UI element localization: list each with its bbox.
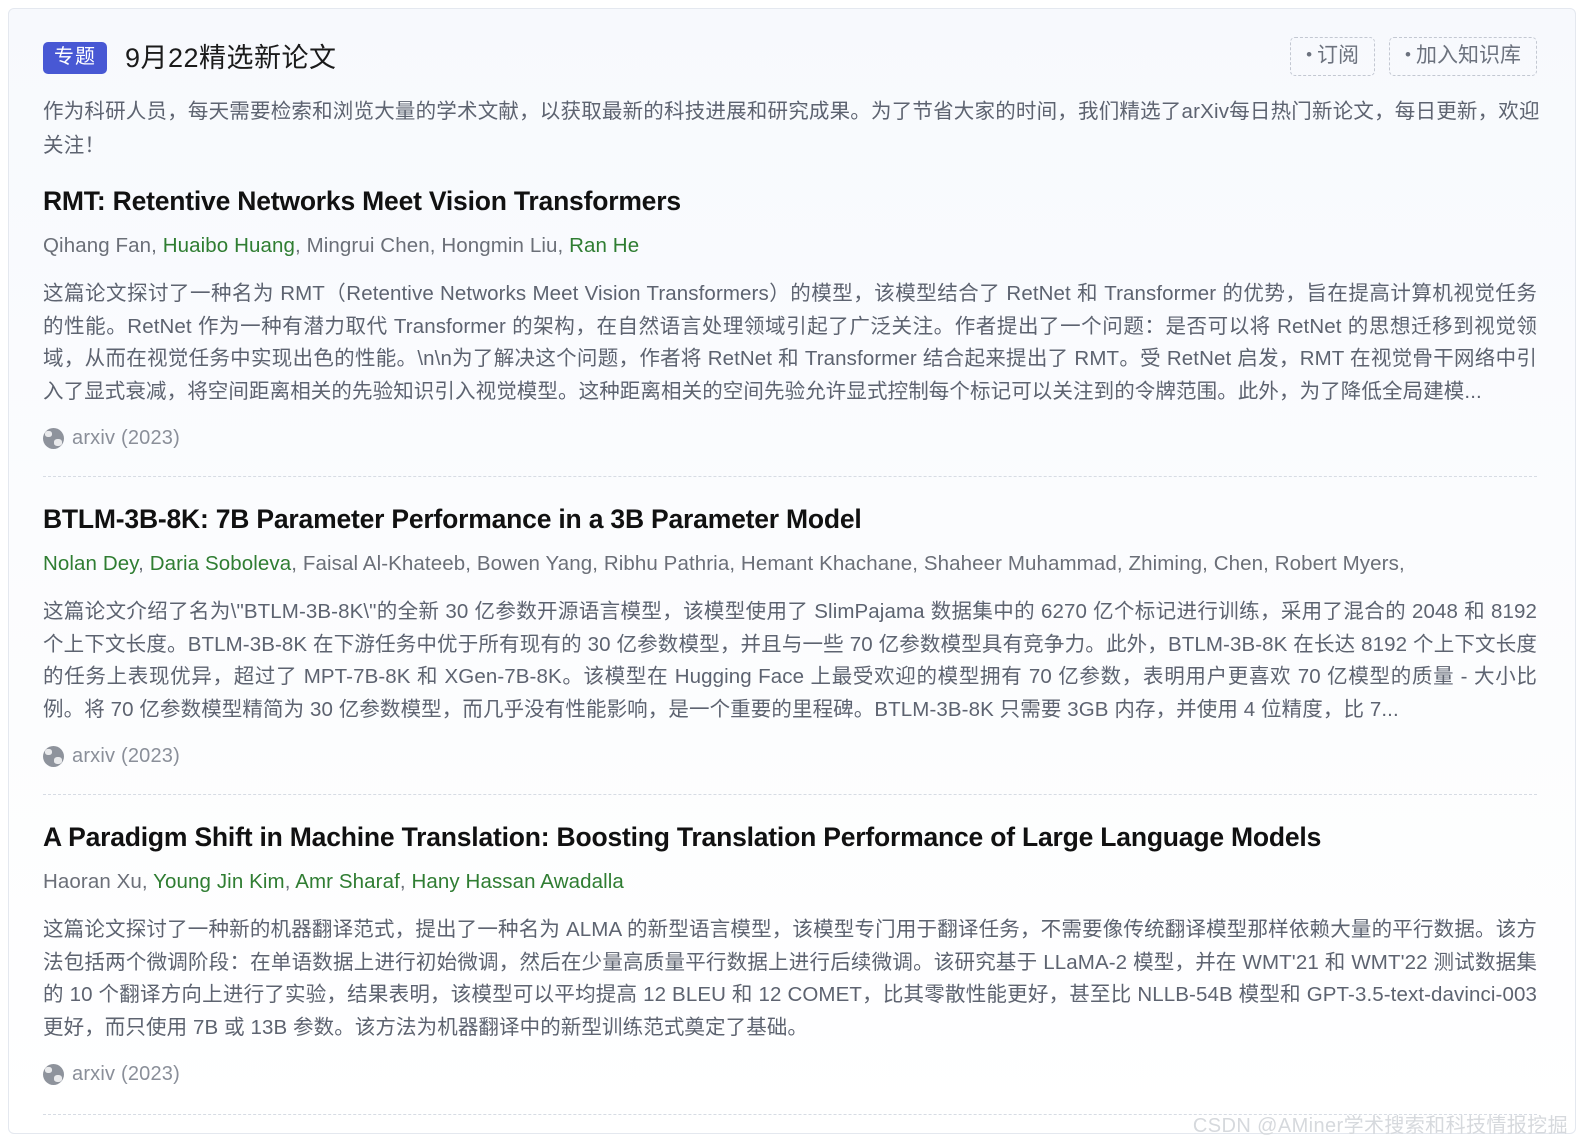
author-name: Haoran Xu	[43, 870, 142, 894]
subscribe-button[interactable]: • 订阅	[1290, 37, 1376, 76]
paper-abstract: 这篇论文探讨了一种名为 RMT（Retentive Networks Meet …	[43, 282, 1537, 403]
author-list: Haoran Xu, Young Jin Kim, Amr Sharaf, Ha…	[43, 867, 1537, 897]
author-separator: ,	[1263, 552, 1275, 576]
globe-icon	[43, 746, 64, 768]
author-name: Bowen Yang	[476, 552, 593, 576]
paper-source: arxiv (2023)	[43, 745, 1537, 768]
globe-icon	[43, 428, 64, 450]
subscribe-label: 订阅	[1317, 44, 1360, 67]
paper-source-label: arxiv (2023)	[72, 1063, 180, 1086]
author-link[interactable]: Amr Sharaf	[295, 870, 400, 893]
author-list: Qihang Fan, Huaibo Huang, Mingrui Chen, …	[43, 231, 1537, 261]
page-root: 专题 9月22精选新论文 • 订阅 • 加入知识库 作为科研人员，每天需要检索和…	[0, 0, 1584, 1144]
header-actions: • 订阅 • 加入知识库	[1290, 37, 1537, 76]
globe-icon	[43, 1064, 64, 1086]
author-separator: ,	[399, 870, 412, 894]
add-to-knowledge-base-button[interactable]: • 加入知识库	[1389, 37, 1537, 76]
author-separator: ,	[592, 552, 604, 576]
author-separator: ,	[1398, 552, 1405, 576]
paper-abstract: 这篇论文探讨了一种新的机器翻译范式，提出了一种名为 ALMA 的新型语言模型，该…	[43, 918, 1537, 1039]
author-link[interactable]: Huaibo Huang	[163, 234, 295, 257]
author-link[interactable]: Nolan Dey	[43, 552, 138, 575]
author-name: Shaheer Muhammad	[923, 552, 1117, 576]
bullet-icon: •	[1306, 45, 1313, 64]
author-separator: ,	[151, 234, 163, 258]
author-name: Hongmin Liu	[441, 234, 558, 258]
topic-badge: 专题	[43, 42, 107, 74]
paper-list: RMT: Retentive Networks Meet Vision Tran…	[43, 185, 1537, 1090]
author-link[interactable]: Ran He	[569, 234, 639, 257]
author-separator: ,	[284, 870, 296, 894]
author-name: Zhiming	[1128, 552, 1203, 576]
author-separator: ,	[1116, 552, 1129, 576]
card-header: 专题 9月22精选新论文 • 订阅 • 加入知识库	[43, 35, 1537, 81]
author-name: Faisal Al-Khateeb	[302, 552, 466, 576]
author-separator: ,	[912, 552, 924, 576]
paper-item: A Paradigm Shift in Machine Translation:…	[43, 794, 1537, 1090]
paper-source: arxiv (2023)	[43, 427, 1537, 450]
author-link[interactable]: Daria Soboleva	[150, 552, 292, 575]
page-title: 9月22精选新论文	[125, 42, 337, 73]
author-link[interactable]: Hany Hassan Awadalla	[411, 870, 623, 893]
paper-title[interactable]: A Paradigm Shift in Machine Translation:…	[43, 821, 1537, 854]
paper-source-label: arxiv (2023)	[72, 427, 180, 450]
author-name: Ribhu Pathria	[603, 552, 730, 576]
paper-item: RMT: Retentive Networks Meet Vision Tran…	[43, 185, 1537, 454]
author-separator: ,	[295, 234, 307, 258]
add-to-knowledge-base-label: 加入知识库	[1416, 44, 1521, 67]
topic-card: 专题 9月22精选新论文 • 订阅 • 加入知识库 作为科研人员，每天需要检索和…	[8, 8, 1576, 1134]
author-separator: ,	[141, 870, 154, 894]
author-name: Chen	[1213, 552, 1264, 576]
paper-title[interactable]: RMT: Retentive Networks Meet Vision Tran…	[43, 185, 1537, 218]
author-separator: ,	[291, 552, 303, 576]
author-separator: ,	[429, 234, 442, 258]
author-name: Hemant Khachane	[740, 552, 913, 576]
author-separator: ,	[138, 552, 150, 576]
author-link[interactable]: Young Jin Kim	[153, 870, 285, 893]
intro-text: 作为科研人员，每天需要检索和浏览大量的学术文献，以获取最新的科技进展和研究成果。…	[43, 100, 1540, 157]
author-name: Robert Myers	[1274, 552, 1399, 576]
author-name: Mingrui Chen	[306, 234, 430, 258]
author-separator: ,	[729, 552, 741, 576]
paper-item: BTLM-3B-8K: 7B Parameter Performance in …	[43, 476, 1537, 772]
author-separator: ,	[1202, 552, 1214, 576]
watermark: CSDN @AMiner学术搜索和科技情报挖掘	[1192, 1115, 1568, 1137]
author-separator: ,	[557, 234, 570, 258]
bullet-icon: •	[1405, 45, 1411, 64]
paper-abstract: 这篇论文介绍了名为\"BTLM-3B-8K\"的全新 30 亿参数开源语言模型，…	[43, 600, 1537, 721]
author-name: Qihang Fan	[43, 234, 152, 258]
author-separator: ,	[465, 552, 477, 576]
author-list: Nolan Dey, Daria Soboleva, Faisal Al-Kha…	[43, 549, 1537, 579]
paper-title[interactable]: BTLM-3B-8K: 7B Parameter Performance in …	[43, 503, 1537, 536]
paper-source: arxiv (2023)	[43, 1063, 1537, 1086]
paper-source-label: arxiv (2023)	[72, 745, 180, 768]
